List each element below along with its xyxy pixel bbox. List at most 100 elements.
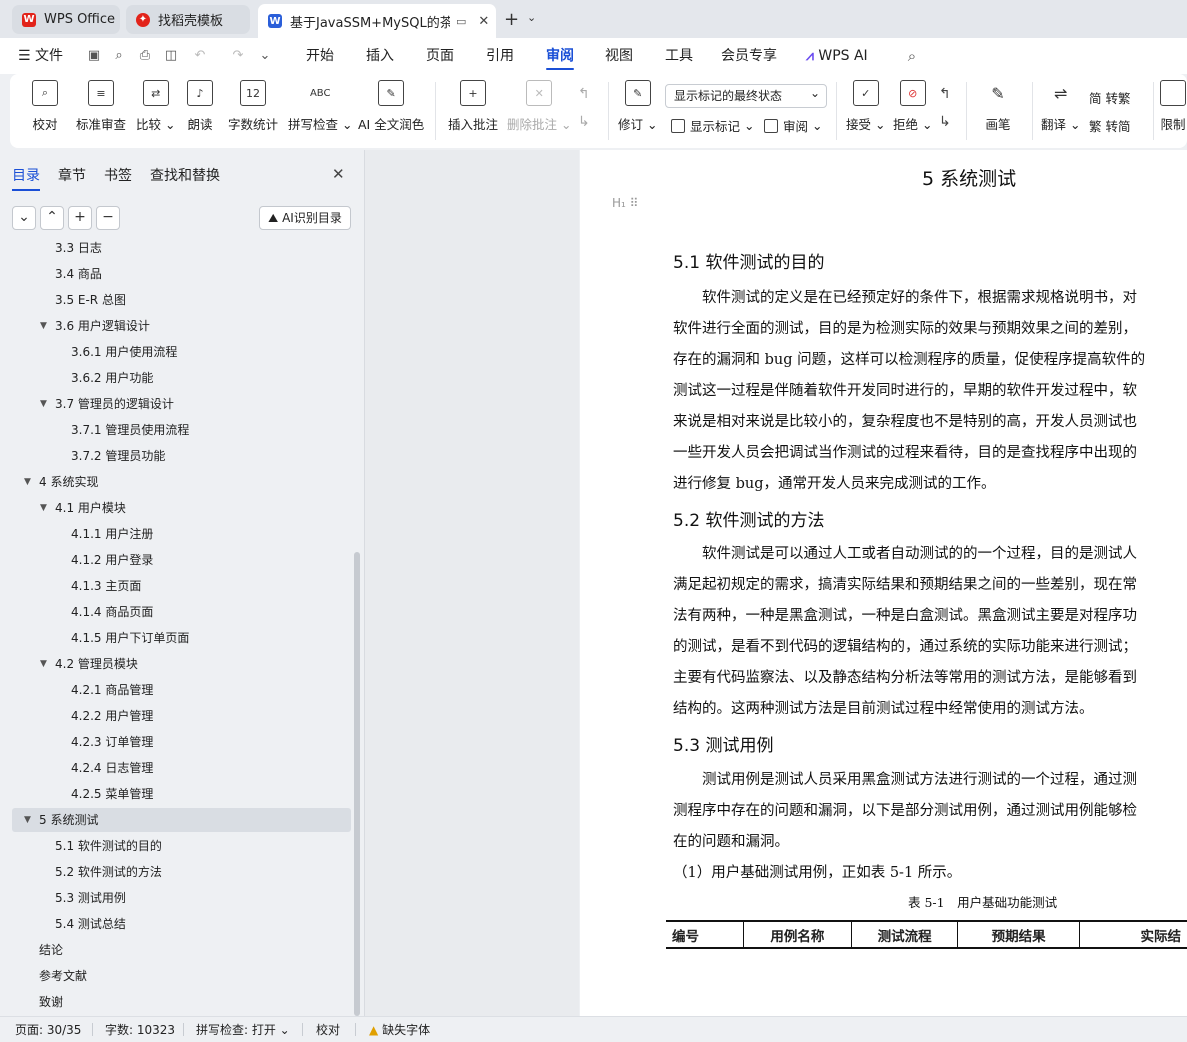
add-heading-button[interactable]: + bbox=[68, 206, 92, 230]
tab-wps-office[interactable]: W WPS Office bbox=[12, 5, 120, 34]
reject-button[interactable]: ⊘ 拒绝 ⌄ bbox=[893, 80, 932, 133]
track-changes-button[interactable]: ✎ 修订 ⌄ bbox=[618, 80, 657, 133]
next-change-icon[interactable]: ↳ bbox=[939, 114, 951, 130]
restrict-button[interactable]: 限制 bbox=[1160, 80, 1186, 133]
toc-item[interactable]: 5.1 软件测试的目的 bbox=[55, 836, 162, 856]
accept-button[interactable]: ✓ 接受 ⌄ bbox=[846, 80, 885, 133]
menu-tools[interactable]: 工具 bbox=[665, 38, 693, 74]
tab-chapters[interactable]: 章节 bbox=[58, 165, 86, 185]
proofread-button[interactable]: ⌕ 校对 bbox=[32, 80, 58, 133]
tab-document[interactable]: W 基于JavaSSM+MySQL的茶 ▭ ✕ bbox=[258, 4, 496, 38]
tab-find-replace[interactable]: 查找和替换 bbox=[150, 165, 220, 185]
review-pane-button[interactable]: 审阅 ⌄ bbox=[764, 116, 822, 135]
to-traditional-button[interactable]: 简 转繁 bbox=[1089, 88, 1130, 107]
toc-item[interactable]: 4.2.3 订单管理 bbox=[71, 732, 153, 752]
tab-bookmarks[interactable]: 书签 bbox=[104, 165, 132, 185]
toc-item[interactable]: 3.5 E-R 总图 bbox=[55, 290, 126, 310]
toc-item[interactable]: 5.3 测试用例 bbox=[55, 888, 126, 908]
expand-caret-icon[interactable]: ▼ bbox=[40, 394, 47, 414]
document-page[interactable]: 5 系统测试 H₁ ⠿ 5.1 软件测试的目的 软件测试的定义是在已经预定好的条… bbox=[580, 150, 1187, 1016]
prev-change-icon[interactable]: ↰ bbox=[939, 86, 951, 102]
toc-item[interactable]: 3.7.1 管理员使用流程 bbox=[71, 420, 189, 440]
pen-button[interactable]: ✎ 画笔 bbox=[985, 80, 1011, 133]
compare-button[interactable]: ⇄ 比较 ⌄ bbox=[136, 80, 175, 133]
delete-comment-button[interactable]: ✕ 删除批注 ⌄ bbox=[507, 80, 571, 133]
toc-item[interactable]: 3.3 日志 bbox=[55, 238, 102, 258]
toc-item[interactable]: 4.2.5 菜单管理 bbox=[71, 784, 153, 804]
spell-check-toggle[interactable]: 拼写检查: 打开 ⌄ bbox=[196, 1021, 290, 1038]
tab-template[interactable]: ✦ 找稻壳模板 bbox=[126, 5, 250, 34]
toc-item[interactable]: 3.6.2 用户功能 bbox=[71, 368, 153, 388]
toc-item[interactable]: 5.4 测试总结 bbox=[55, 914, 126, 934]
prev-comment-icon[interactable]: ↰ bbox=[578, 86, 590, 102]
to-simplified-button[interactable]: 繁 转简 bbox=[1089, 116, 1130, 135]
toc-item[interactable]: 4 系统实现 bbox=[39, 472, 98, 492]
print-icon[interactable]: ⎙ bbox=[137, 48, 153, 64]
menu-page[interactable]: 页面 bbox=[426, 38, 454, 74]
toc-item[interactable]: 4.2.4 日志管理 bbox=[71, 758, 153, 778]
read-aloud-button[interactable]: ♪ 朗读 bbox=[187, 80, 213, 133]
missing-font-status[interactable]: ▲ 缺失字体 bbox=[369, 1021, 430, 1038]
heading-style-marker[interactable]: H₁ ⠿ bbox=[612, 196, 638, 210]
toc-item[interactable]: 4.2.1 商品管理 bbox=[71, 680, 153, 700]
close-pane-icon[interactable]: ✕ bbox=[332, 165, 345, 183]
expand-caret-icon[interactable]: ▼ bbox=[24, 472, 31, 492]
toc-item[interactable]: 4.1.2 用户登录 bbox=[71, 550, 153, 570]
expand-caret-icon[interactable]: ▼ bbox=[40, 316, 47, 336]
redo-icon[interactable]: ↷ bbox=[230, 48, 246, 64]
toc-item[interactable]: 3.6 用户逻辑设计 bbox=[55, 316, 150, 336]
export-icon[interactable]: ⌕ bbox=[111, 48, 127, 64]
toc-item[interactable]: 5 系统测试 bbox=[39, 810, 98, 830]
tab-list-chevron-icon[interactable]: ⌄ bbox=[527, 11, 536, 24]
menu-reference[interactable]: 引用 bbox=[486, 38, 514, 74]
toc-item[interactable]: 5.2 软件测试的方法 bbox=[55, 862, 162, 882]
file-menu[interactable]: ☰ 文件 bbox=[18, 38, 63, 74]
toc-item[interactable]: 4.1.5 用户下订单页面 bbox=[71, 628, 189, 648]
insert-comment-button[interactable]: + 插入批注 bbox=[448, 80, 498, 133]
word-count-indicator[interactable]: 字数: 10323 bbox=[105, 1021, 175, 1038]
ai-recognize-toc-button[interactable]: ⛰ AI识别目录 bbox=[259, 206, 351, 230]
new-tab-icon[interactable]: + bbox=[504, 9, 519, 30]
collapse-all-button[interactable]: ⌄ bbox=[12, 206, 36, 230]
toc-item[interactable]: 致谢 bbox=[39, 992, 63, 1012]
print-preview-icon[interactable]: ◫ bbox=[163, 48, 179, 64]
menu-insert[interactable]: 插入 bbox=[366, 38, 394, 74]
undo-icon[interactable]: ↶ bbox=[192, 48, 208, 64]
ai-polish-button[interactable]: ✎ AI 全文润色 bbox=[358, 80, 424, 133]
remove-heading-button[interactable]: − bbox=[96, 206, 120, 230]
toc-item[interactable]: 3.6.1 用户使用流程 bbox=[71, 342, 177, 362]
window-icon[interactable]: ▭ bbox=[456, 15, 466, 28]
toc-item[interactable]: 3.7.2 管理员功能 bbox=[71, 446, 165, 466]
menu-start[interactable]: 开始 bbox=[306, 38, 334, 74]
toc-item[interactable]: 4.1 用户模块 bbox=[55, 498, 126, 518]
expand-caret-icon[interactable]: ▼ bbox=[24, 810, 31, 830]
spell-check-button[interactable]: ABC 拼写检查 ⌄ bbox=[288, 80, 352, 133]
search-icon[interactable]: ⌕ bbox=[904, 48, 920, 64]
menu-review[interactable]: 审阅 bbox=[546, 38, 574, 74]
translate-button[interactable]: ⇌ 翻译 ⌄ bbox=[1041, 80, 1080, 133]
toc-item[interactable]: 4.1.4 商品页面 bbox=[71, 602, 153, 622]
toc-item[interactable]: 4.1.1 用户注册 bbox=[71, 524, 153, 544]
toc-scrollbar[interactable] bbox=[354, 552, 360, 1016]
toc-item[interactable]: 结论 bbox=[39, 940, 63, 960]
show-markup-button[interactable]: 显示标记 ⌄ bbox=[671, 116, 754, 135]
next-comment-icon[interactable]: ↳ bbox=[578, 114, 590, 130]
expand-caret-icon[interactable]: ▼ bbox=[40, 498, 47, 518]
toc-item[interactable]: 参考文献 bbox=[39, 966, 87, 986]
more-chevron-icon[interactable]: ⌄ bbox=[257, 48, 273, 64]
markup-mode-select[interactable]: 显示标记的最终状态 bbox=[665, 82, 827, 108]
toc-item[interactable]: 4.2.2 用户管理 bbox=[71, 706, 153, 726]
menu-member[interactable]: 会员专享 bbox=[721, 38, 777, 74]
expand-up-button[interactable]: ⌃ bbox=[40, 206, 64, 230]
toc-item[interactable]: 3.4 商品 bbox=[55, 264, 102, 284]
menu-view[interactable]: 视图 bbox=[605, 38, 633, 74]
save-icon[interactable]: ▣ bbox=[86, 48, 102, 64]
toc-item[interactable]: 3.7 管理员的逻辑设计 bbox=[55, 394, 174, 414]
toc-item[interactable]: 4.2 管理员模块 bbox=[55, 654, 138, 674]
wps-ai-menu[interactable]: ⩘ WPS AI bbox=[806, 38, 868, 74]
toc-item[interactable]: 4.1.3 主页面 bbox=[71, 576, 141, 596]
tab-toc[interactable]: 目录 bbox=[12, 165, 40, 191]
expand-caret-icon[interactable]: ▼ bbox=[40, 654, 47, 674]
word-count-button[interactable]: 12 字数统计 bbox=[228, 80, 278, 133]
page-indicator[interactable]: 页面: 30/35 bbox=[15, 1021, 81, 1038]
